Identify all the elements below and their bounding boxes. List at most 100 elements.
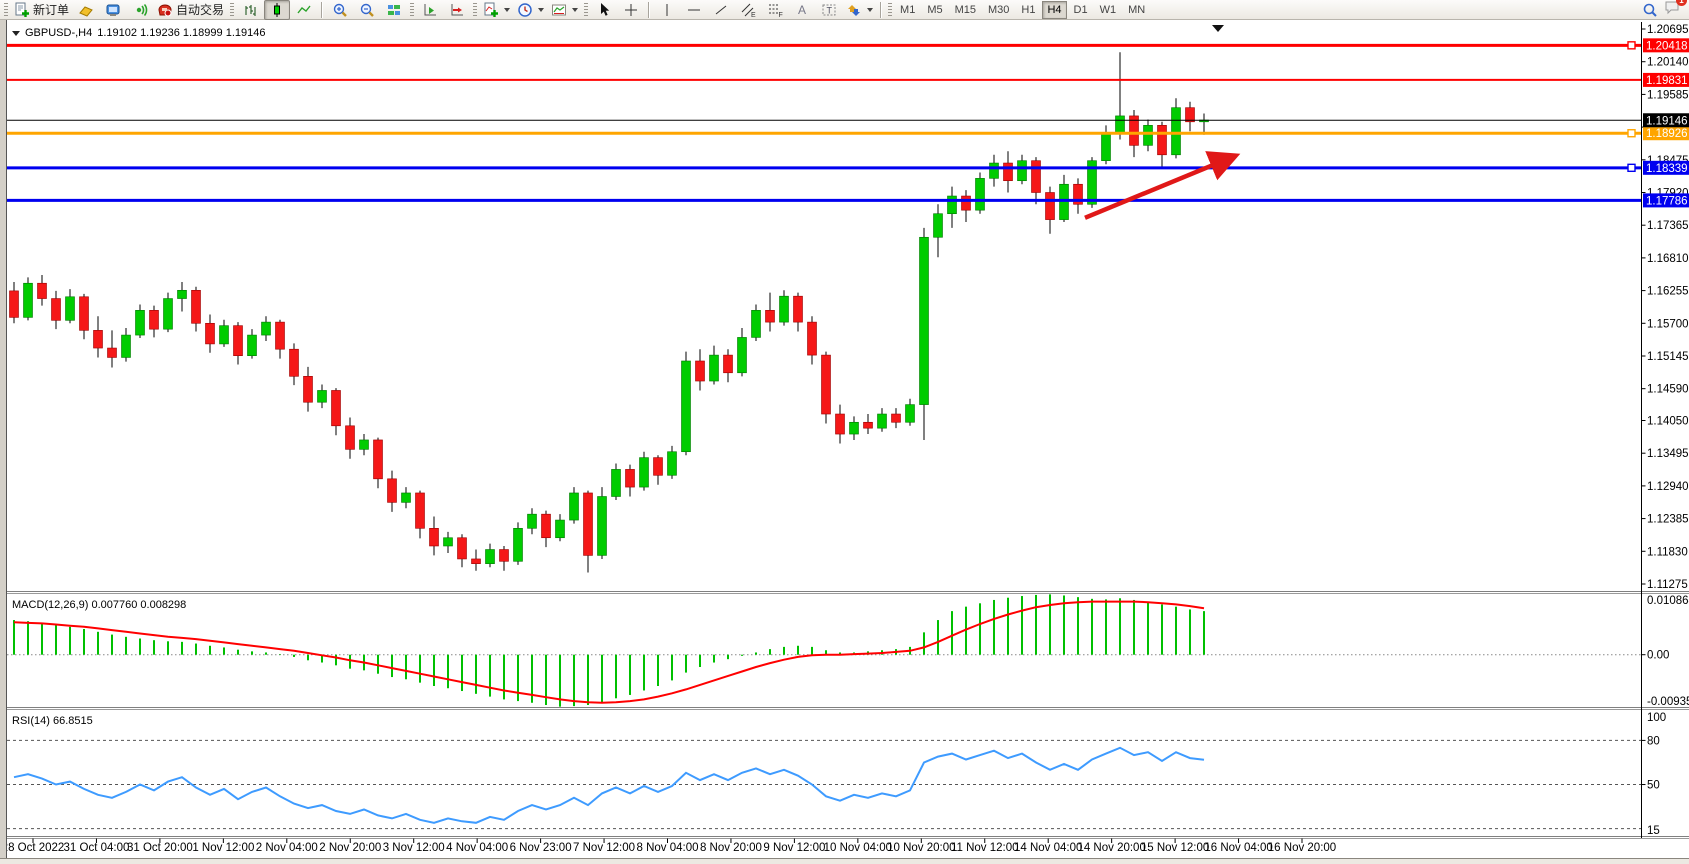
zoom-out-button[interactable] xyxy=(354,0,380,20)
fibo-letter: F xyxy=(779,12,783,18)
rsi-label: RSI(14) 66.8515 xyxy=(12,715,93,727)
chart-canvas[interactable]: 1.206951.201401.195851.190301.184751.179… xyxy=(0,20,1689,864)
zoom-out-icon xyxy=(359,2,375,18)
svg-text:2 Nov 20:00: 2 Nov 20:00 xyxy=(319,842,381,854)
periods-button[interactable] xyxy=(514,0,547,20)
svg-text:1.12385: 1.12385 xyxy=(1647,514,1689,526)
channel-letter: E xyxy=(751,12,756,18)
vertical-line-button[interactable] xyxy=(654,0,680,20)
svg-text:1.14590: 1.14590 xyxy=(1647,384,1689,396)
svg-text:1.17786: 1.17786 xyxy=(1646,195,1688,207)
svg-text:9 Nov 12:00: 9 Nov 12:00 xyxy=(763,842,825,854)
tile-windows-icon xyxy=(386,2,402,18)
toolbar-separator xyxy=(321,2,323,18)
price-axis[interactable]: 1.206951.201401.195851.190301.184751.179… xyxy=(1642,22,1689,838)
svg-text:1.12940: 1.12940 xyxy=(1647,481,1689,493)
cursor-button[interactable] xyxy=(591,0,617,20)
crosshair-button[interactable] xyxy=(618,0,644,20)
chart-shift-button[interactable] xyxy=(444,0,470,20)
chat-button[interactable]: 1 xyxy=(1664,0,1681,20)
chart-title: GBPUSD-,H4 1.19102 1.19236 1.18999 1.191… xyxy=(12,27,265,39)
gold-button[interactable] xyxy=(73,0,99,20)
gold-ingot-icon xyxy=(78,2,94,18)
horizontal-line-button[interactable] xyxy=(681,0,707,20)
ohlc-values: 1.19102 1.19236 1.18999 1.19146 xyxy=(97,27,265,39)
text-letter: A xyxy=(798,3,806,17)
tab-timeframe-h1[interactable]: H1 xyxy=(1016,1,1040,19)
svg-text:50: 50 xyxy=(1647,780,1660,792)
svg-text:11 Nov 12:00: 11 Nov 12:00 xyxy=(951,842,1019,854)
svg-text:1 Nov 12:00: 1 Nov 12:00 xyxy=(192,842,254,854)
market-button[interactable] xyxy=(100,0,126,20)
zoom-in-icon xyxy=(332,2,348,18)
tab-timeframe-m15[interactable]: M15 xyxy=(950,1,981,19)
tab-timeframe-m1[interactable]: M1 xyxy=(895,1,920,19)
svg-text:15: 15 xyxy=(1647,825,1660,837)
search-icon[interactable] xyxy=(1642,2,1658,18)
svg-text:1.18339: 1.18339 xyxy=(1646,163,1688,175)
price-badge: 1.19146 xyxy=(1643,113,1689,127)
new-order-button[interactable]: 新订单 xyxy=(11,0,72,20)
macd-label: MACD(12,26,9) 0.007760 0.008298 xyxy=(12,599,186,611)
app-window: 新订单 自动交易 xyxy=(0,0,1689,864)
svg-text:14 Nov 20:00: 14 Nov 20:00 xyxy=(1077,842,1145,854)
tab-timeframe-w1[interactable]: W1 xyxy=(1095,1,1122,19)
text-button[interactable]: A xyxy=(789,0,815,20)
fibonacci-button[interactable]: F xyxy=(762,0,788,20)
plot-background xyxy=(7,20,1641,858)
new-order-label: 新订单 xyxy=(33,1,69,18)
indicators-button[interactable] xyxy=(480,0,513,20)
templates-button[interactable] xyxy=(548,0,581,20)
autotrading-icon xyxy=(157,2,173,18)
channel-icon: E xyxy=(740,2,756,18)
line-chart-button[interactable] xyxy=(291,0,317,20)
toolbar-grip[interactable] xyxy=(584,3,588,17)
autotrading-button[interactable]: 自动交易 xyxy=(154,0,227,20)
toolbar-separator xyxy=(648,2,650,18)
chart-dropdown-icon[interactable] xyxy=(12,31,20,36)
toolbar-grip[interactable] xyxy=(410,3,414,17)
zoom-in-button[interactable] xyxy=(327,0,353,20)
toolbar-grip[interactable] xyxy=(888,3,892,17)
horizontal-line-icon xyxy=(686,2,702,18)
hline-marker[interactable] xyxy=(1628,130,1635,137)
toolbar-grip[interactable] xyxy=(473,3,477,17)
chat-badge: 1 xyxy=(1676,0,1687,6)
tile-windows-button[interactable] xyxy=(381,0,407,20)
timeframe-toolbar: M1M5M15M30H1H4D1W1MN xyxy=(895,1,1150,19)
svg-text:31 Oct 04:00: 31 Oct 04:00 xyxy=(64,842,130,854)
toolbar-grip[interactable] xyxy=(230,3,234,17)
svg-text:10 Nov 04:00: 10 Nov 04:00 xyxy=(824,842,892,854)
tab-timeframe-h4[interactable]: H4 xyxy=(1042,1,1066,19)
price-badge: 1.17786 xyxy=(1643,193,1689,207)
dropdown-caret xyxy=(504,8,510,12)
tab-timeframe-m5[interactable]: M5 xyxy=(922,1,947,19)
signals-button[interactable] xyxy=(127,0,153,20)
tab-timeframe-m30[interactable]: M30 xyxy=(983,1,1014,19)
market-monitor-icon xyxy=(105,2,121,18)
trendline-button[interactable] xyxy=(708,0,734,20)
channel-button[interactable]: E xyxy=(735,0,761,20)
chart-window[interactable]: 1.206951.201401.195851.190301.184751.179… xyxy=(0,20,1689,864)
text-label-button[interactable]: T xyxy=(816,0,842,20)
hline-marker[interactable] xyxy=(1628,42,1635,49)
arrows-button[interactable] xyxy=(843,0,876,20)
window-bottom-border xyxy=(0,858,1689,864)
svg-text:8 Nov 20:00: 8 Nov 20:00 xyxy=(700,842,762,854)
svg-text:1.11830: 1.11830 xyxy=(1647,546,1688,558)
hline-marker[interactable] xyxy=(1628,164,1635,171)
auto-scroll-button[interactable] xyxy=(417,0,443,20)
price-badge: 1.20418 xyxy=(1643,38,1689,52)
indicators-icon xyxy=(483,2,499,18)
toolbar-right: 1 xyxy=(1642,0,1687,20)
bar-chart-button[interactable] xyxy=(237,0,263,20)
tab-timeframe-mn[interactable]: MN xyxy=(1123,1,1150,19)
svg-text:1.16255: 1.16255 xyxy=(1647,286,1689,298)
crosshair-icon xyxy=(623,2,639,18)
tab-timeframe-d1[interactable]: D1 xyxy=(1069,1,1093,19)
svg-text:1.16810: 1.16810 xyxy=(1647,253,1689,265)
svg-text:80: 80 xyxy=(1647,735,1660,747)
toolbar-grip[interactable] xyxy=(4,3,8,17)
svg-text:10 Nov 20:00: 10 Nov 20:00 xyxy=(887,842,955,854)
candlestick-chart-button[interactable] xyxy=(264,0,290,20)
